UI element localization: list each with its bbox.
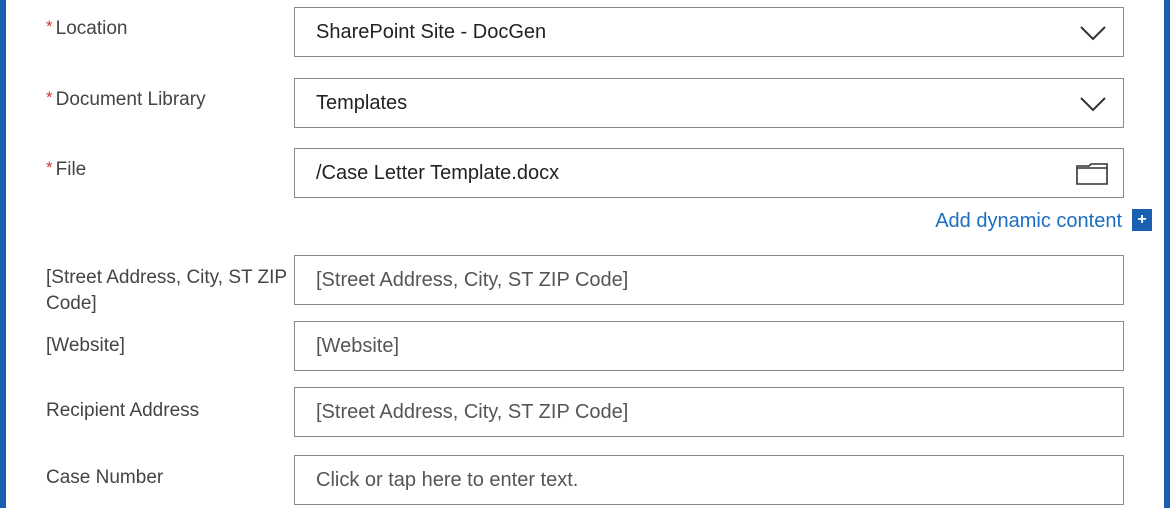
website-input[interactable]: [Website] [294,321,1124,371]
file-label: * File [46,158,87,180]
website-label: [Website] [46,335,125,356]
case-number-placeholder: Click or tap here to enter text. [316,469,579,491]
recipient-address-input[interactable]: [Street Address, City, ST ZIP Code] [294,387,1124,437]
chevron-down-icon[interactable] [1079,25,1107,41]
document-library-value: Templates [316,92,408,114]
folder-icon[interactable] [1075,162,1109,186]
file-value: /Case Letter Template.docx [316,162,560,184]
chevron-down-icon[interactable] [1079,96,1107,112]
street-address-label: [Street Address, City, ST ZIP Code] [46,267,287,314]
street-address-input[interactable]: [Street Address, City, ST ZIP Code] [294,255,1124,305]
case-number-label: Case Number [46,467,164,488]
file-input[interactable]: /Case Letter Template.docx [294,148,1124,198]
document-library-label: * Document Library [46,88,206,110]
document-library-dropdown[interactable]: Templates [294,78,1124,128]
required-marker: * [46,88,53,107]
location-label: * Location [46,17,128,39]
recipient-address-label: Recipient Address [46,400,200,421]
required-marker: * [46,158,53,177]
website-placeholder: [Website] [316,335,399,357]
panel-frame: * Location SharePoint Site - DocGen * Docu… [0,0,1170,508]
required-marker: * [46,17,53,36]
plus-icon[interactable]: + [1132,209,1152,231]
recipient-address-placeholder: [Street Address, City, ST ZIP Code] [316,401,629,423]
add-dynamic-content-link[interactable]: Add dynamic content [935,208,1122,234]
case-number-input[interactable]: Click or tap here to enter text. [294,455,1124,505]
location-dropdown[interactable]: SharePoint Site - DocGen [294,7,1124,57]
street-address-placeholder: [Street Address, City, ST ZIP Code] [316,269,629,291]
location-value: SharePoint Site - DocGen [316,21,547,43]
